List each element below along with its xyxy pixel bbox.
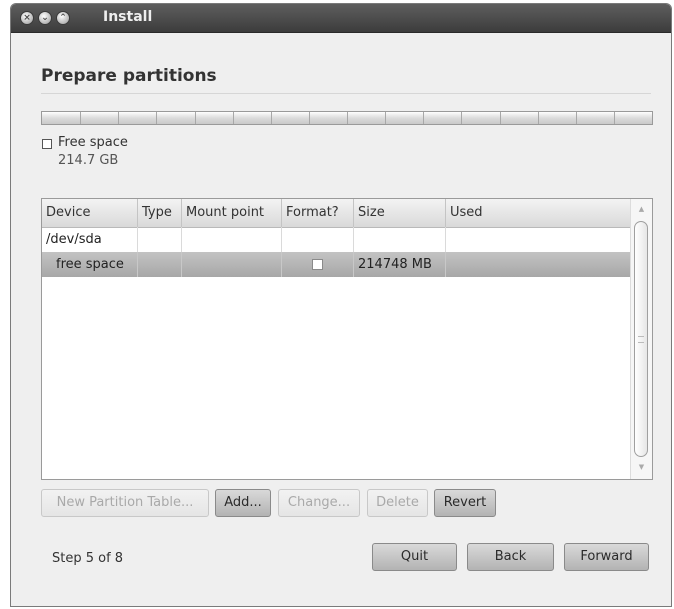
partition-bar-tick: [347, 112, 348, 124]
partition-bar-tick: [614, 112, 615, 124]
quit-button[interactable]: Quit: [372, 543, 457, 571]
free-space-legend-label: Free space: [58, 135, 128, 150]
install-window: × ⌄ ⌃ Install Prepare partitions Free sp…: [10, 3, 672, 607]
table-row[interactable]: /dev/sda: [42, 227, 632, 252]
cell-size: [354, 227, 446, 252]
table-row-selected[interactable]: free space 214748 MB: [42, 252, 632, 277]
minimize-icon[interactable]: ⌄: [38, 11, 52, 25]
window-title: Install: [103, 9, 153, 25]
scrollbar-thumb[interactable]: [634, 221, 648, 457]
partition-bar-tick: [156, 112, 157, 124]
maximize-icon[interactable]: ⌃: [56, 11, 70, 25]
scrollbar-grip-icon: [638, 336, 644, 343]
column-header-type[interactable]: Type: [138, 199, 182, 227]
column-header-used[interactable]: Used: [446, 199, 632, 227]
partition-bar-tick: [309, 112, 310, 124]
revert-button[interactable]: Revert: [434, 489, 496, 517]
free-space-swatch: [42, 139, 52, 149]
title-bar[interactable]: × ⌄ ⌃ Install: [11, 4, 671, 33]
cell-type: [138, 227, 182, 252]
vertical-scrollbar[interactable]: ▲ ▼: [630, 199, 652, 479]
partition-bar-tick: [271, 112, 272, 124]
cell-size: 214748 MB: [354, 252, 446, 277]
cell-mount-point: [182, 227, 282, 252]
partition-bar-tick: [576, 112, 577, 124]
column-header-device[interactable]: Device: [42, 199, 138, 227]
cell-format: [282, 227, 354, 252]
partition-bar-tick: [233, 112, 234, 124]
partition-bar-tick: [385, 112, 386, 124]
cell-used: [446, 227, 632, 252]
column-header-size[interactable]: Size: [354, 199, 446, 227]
column-header-format[interactable]: Format?: [282, 199, 354, 227]
back-button[interactable]: Back: [467, 543, 554, 571]
cell-used: [446, 252, 632, 277]
page-title: Prepare partitions: [41, 66, 217, 86]
title-divider: [41, 93, 651, 94]
format-checkbox[interactable]: [312, 259, 323, 270]
cell-device: free space: [42, 252, 138, 277]
close-icon[interactable]: ×: [20, 11, 34, 25]
new-partition-table-button[interactable]: New Partition Table...: [41, 489, 209, 517]
partition-table[interactable]: Device Type Mount point Format? Size Use…: [41, 198, 653, 480]
scroll-up-arrow-icon[interactable]: ▲: [635, 205, 648, 215]
cell-type: [138, 252, 182, 277]
cell-device: /dev/sda: [42, 227, 138, 252]
partition-bar-tick: [80, 112, 81, 124]
free-space-legend-size: 214.7 GB: [58, 153, 119, 168]
cell-mount-point: [182, 252, 282, 277]
delete-button[interactable]: Delete: [367, 489, 428, 517]
cell-format: [282, 252, 354, 277]
step-indicator: Step 5 of 8: [52, 551, 124, 566]
partition-bar-tick: [118, 112, 119, 124]
partition-bar-tick: [538, 112, 539, 124]
add-button[interactable]: Add...: [215, 489, 271, 517]
scroll-down-arrow-icon[interactable]: ▼: [635, 463, 648, 473]
partition-bar: [41, 111, 653, 125]
change-button[interactable]: Change...: [278, 489, 360, 517]
partition-bar-tick: [461, 112, 462, 124]
partition-bar-tick: [423, 112, 424, 124]
column-header-mount-point[interactable]: Mount point: [182, 199, 282, 227]
forward-button[interactable]: Forward: [564, 543, 649, 571]
partition-bar-tick: [195, 112, 196, 124]
partition-bar-tick: [500, 112, 501, 124]
table-header: Device Type Mount point Format? Size Use…: [42, 199, 632, 228]
